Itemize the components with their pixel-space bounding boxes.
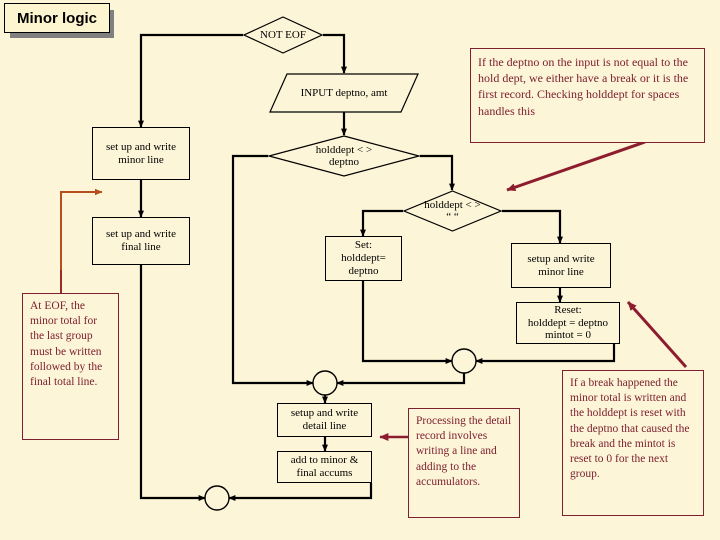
process-setup-write-minor-line-left-label: set up and write minor line (106, 140, 176, 166)
process-set-holddept-deptno-label: Set: holddept= deptno (341, 239, 386, 277)
page-title: Minor logic (4, 3, 110, 33)
io-input-deptno-amt: INPUT deptno, amt (269, 73, 419, 113)
process-setup-write-minor-line-right-label: setup and write minor line (527, 252, 595, 278)
process-setup-write-final-line-label: set up and write final line (106, 228, 176, 253)
flowchart-slide: Minor logic NOT EOF holddept < > deptno … (0, 0, 720, 540)
decision-holddept-ne-spaces-label: holddept < > “ “ (424, 198, 481, 223)
decision-not-eof-label: NOT EOF (260, 28, 306, 41)
note-deptno-check: If the deptno on the input is not equal … (470, 48, 705, 143)
process-reset-holddept-mintot-label: Reset: holddept = deptno mintot = 0 (527, 303, 609, 342)
process-setup-write-minor-line-right: setup and write minor line (511, 243, 611, 288)
process-setup-write-detail-line: setup and write detail line (277, 403, 372, 437)
decision-holddept-ne-deptno-label: holddept < > deptno (315, 143, 373, 168)
junction-circle-middle (451, 348, 477, 374)
note-break-happened: If a break happened the minor total is w… (562, 370, 704, 516)
decision-holddept-ne-spaces: holddept < > “ “ (403, 190, 502, 232)
junction-circle-bottom (204, 485, 230, 511)
decision-not-eof: NOT EOF (243, 16, 323, 54)
process-setup-write-detail-line-label: setup and write detail line (290, 407, 359, 432)
note-at-eof: At EOF, the minor total for the last gro… (22, 293, 119, 440)
note-processing-detail: Processing the detail record involves wr… (408, 408, 520, 518)
junction-circle-lower (312, 370, 338, 396)
io-input-deptno-amt-label: INPUT deptno, amt (300, 87, 388, 99)
process-setup-write-minor-line-left: set up and write minor line (92, 127, 190, 180)
decision-holddept-ne-deptno: holddept < > deptno (268, 135, 420, 177)
process-setup-write-final-line: set up and write final line (92, 217, 190, 265)
process-add-to-accums-label: add to minor & final accums (290, 454, 359, 479)
process-set-holddept-deptno: Set: holddept= deptno (325, 236, 402, 281)
process-add-to-accums: add to minor & final accums (277, 451, 372, 483)
process-reset-holddept-mintot: Reset: holddept = deptno mintot = 0 (516, 302, 620, 344)
